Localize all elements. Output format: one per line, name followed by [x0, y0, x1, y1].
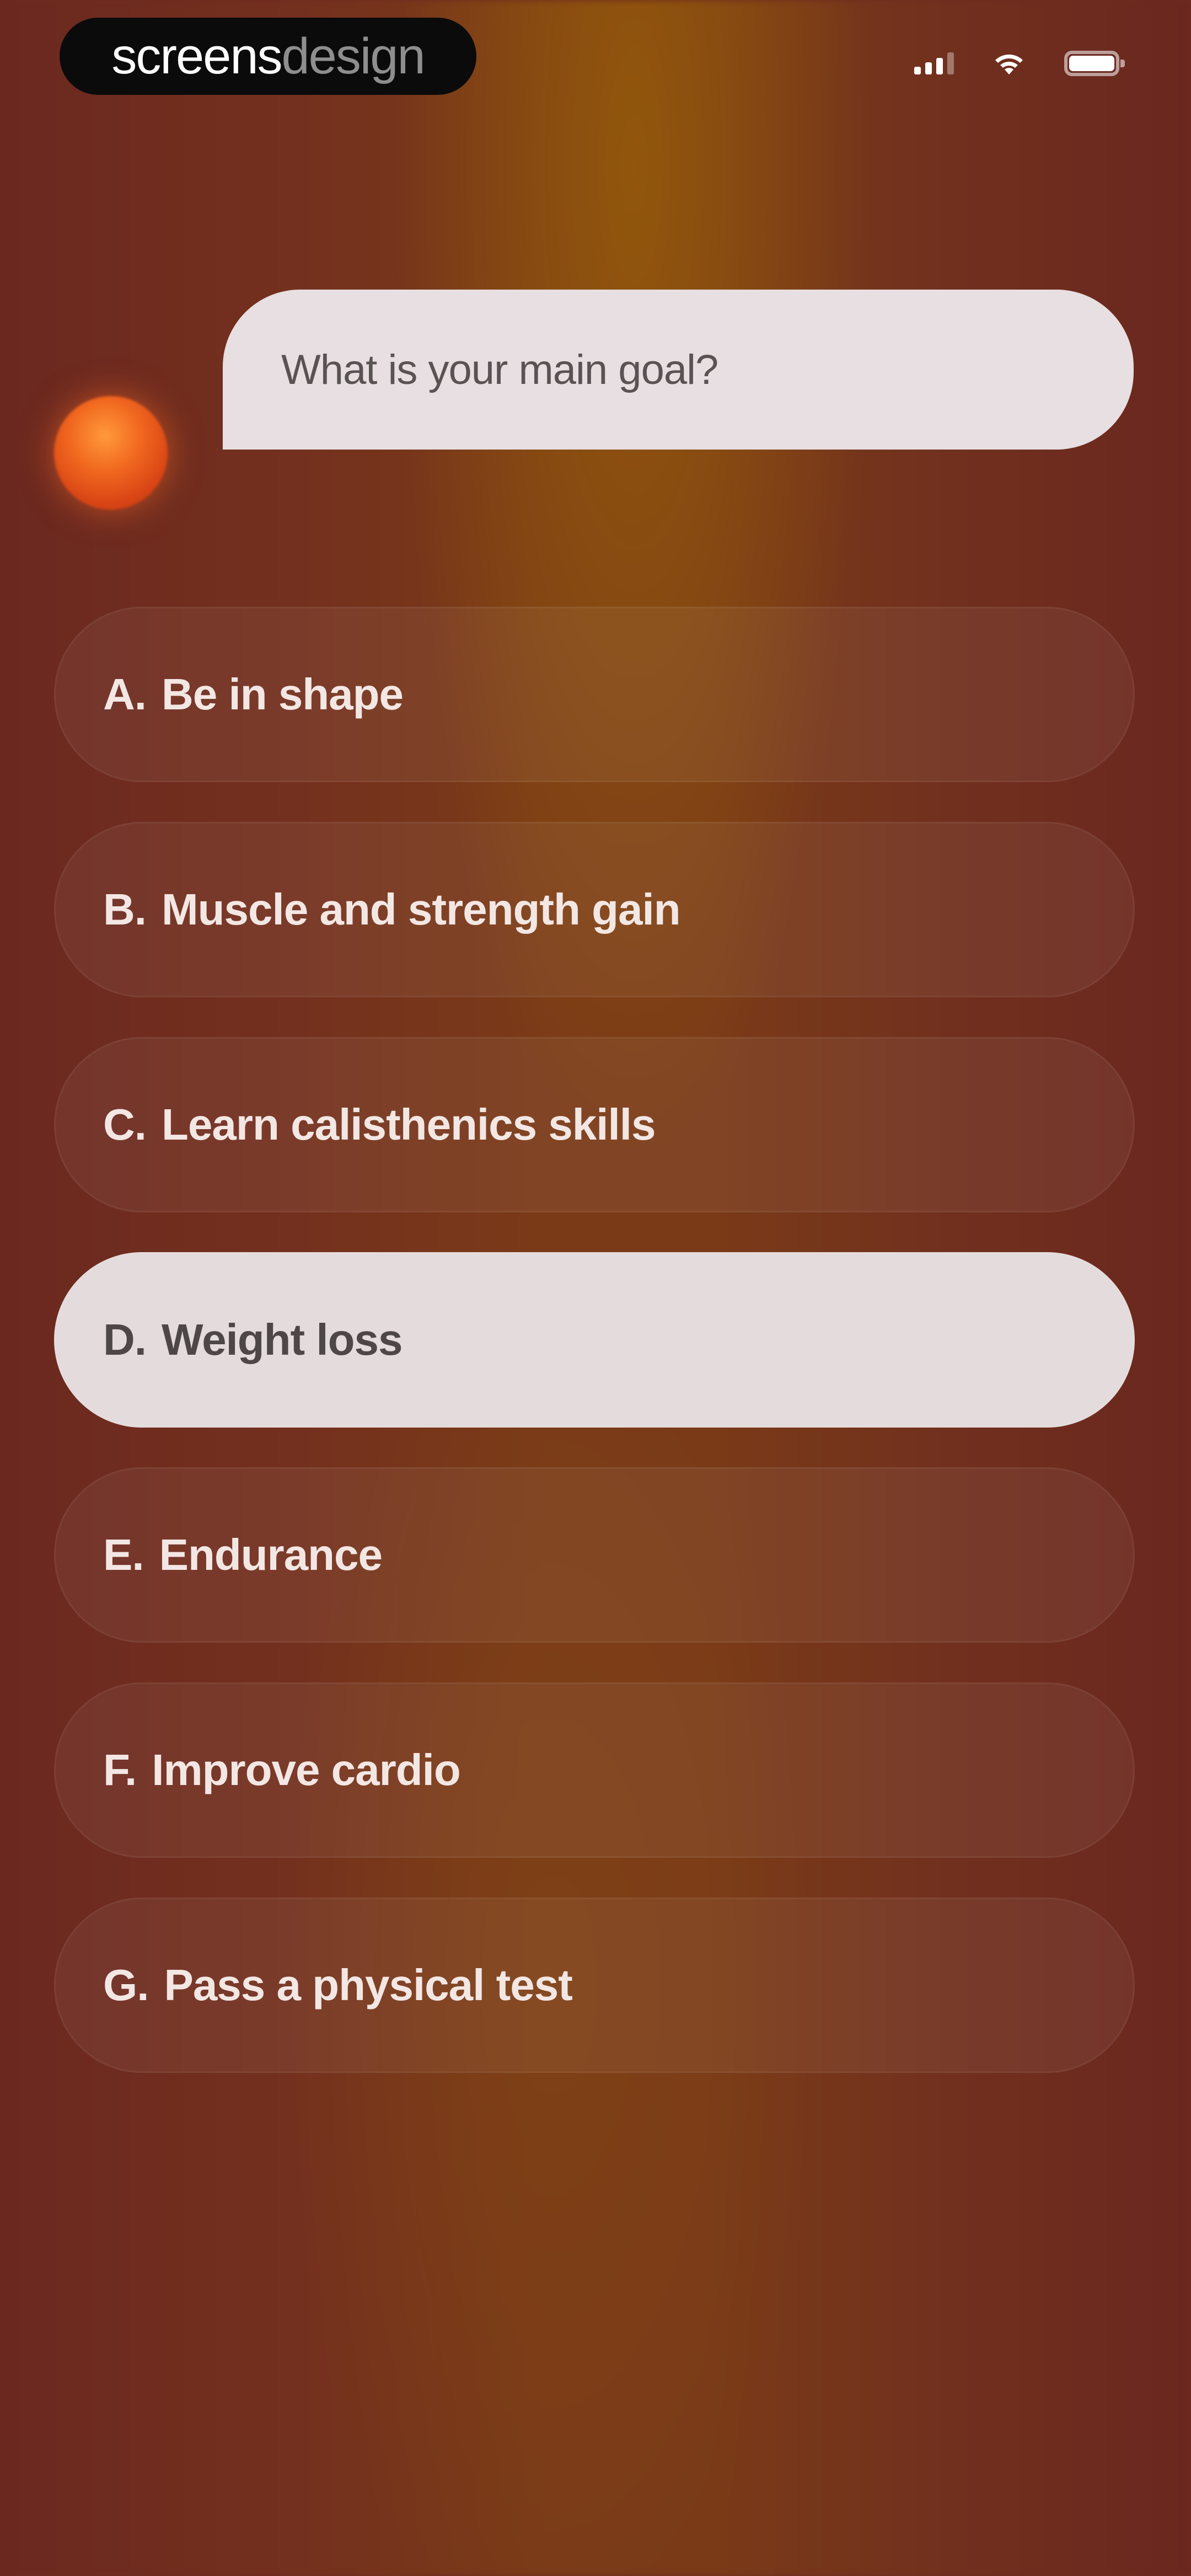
option-label: Improve cardio — [152, 1745, 461, 1794]
option-d-selected[interactable]: D. Weight loss — [54, 1252, 1135, 1428]
status-bar — [914, 51, 1125, 76]
option-letter: A. — [103, 670, 147, 719]
option-letter: G. — [103, 1960, 149, 2010]
assistant-avatar-orb — [54, 396, 168, 510]
option-letter: B. — [103, 885, 147, 934]
question-bubble: What is your main goal? — [223, 290, 1134, 450]
options-list: A. Be in shape B. Muscle and strength ga… — [54, 607, 1135, 2113]
question-text: What is your main goal? — [281, 346, 718, 393]
brand-part-1: screens — [111, 28, 282, 84]
brand-logo: screens design — [60, 18, 476, 95]
option-e[interactable]: E. Endurance — [54, 1467, 1135, 1643]
option-label: Muscle and strength gain — [162, 885, 681, 934]
option-c[interactable]: C. Learn calisthenics skills — [54, 1037, 1135, 1212]
option-a[interactable]: A. Be in shape — [54, 607, 1135, 782]
option-label: Pass a physical test — [164, 1960, 572, 2010]
option-letter: C. — [103, 1100, 147, 1149]
brand-part-2: design — [281, 28, 426, 84]
signal-icon — [914, 52, 954, 74]
wifi-icon — [995, 54, 1023, 74]
option-label: Weight loss — [162, 1315, 403, 1364]
option-letter: F. — [103, 1745, 137, 1794]
option-b[interactable]: B. Muscle and strength gain — [54, 822, 1135, 997]
option-label: Endurance — [159, 1530, 383, 1579]
battery-icon — [1064, 51, 1125, 76]
option-letter: D. — [103, 1315, 147, 1364]
option-letter: E. — [103, 1530, 144, 1579]
option-label: Be in shape — [162, 670, 404, 719]
option-f[interactable]: F. Improve cardio — [54, 1682, 1135, 1858]
option-g[interactable]: G. Pass a physical test — [54, 1898, 1135, 2073]
option-label: Learn calisthenics skills — [162, 1100, 656, 1149]
